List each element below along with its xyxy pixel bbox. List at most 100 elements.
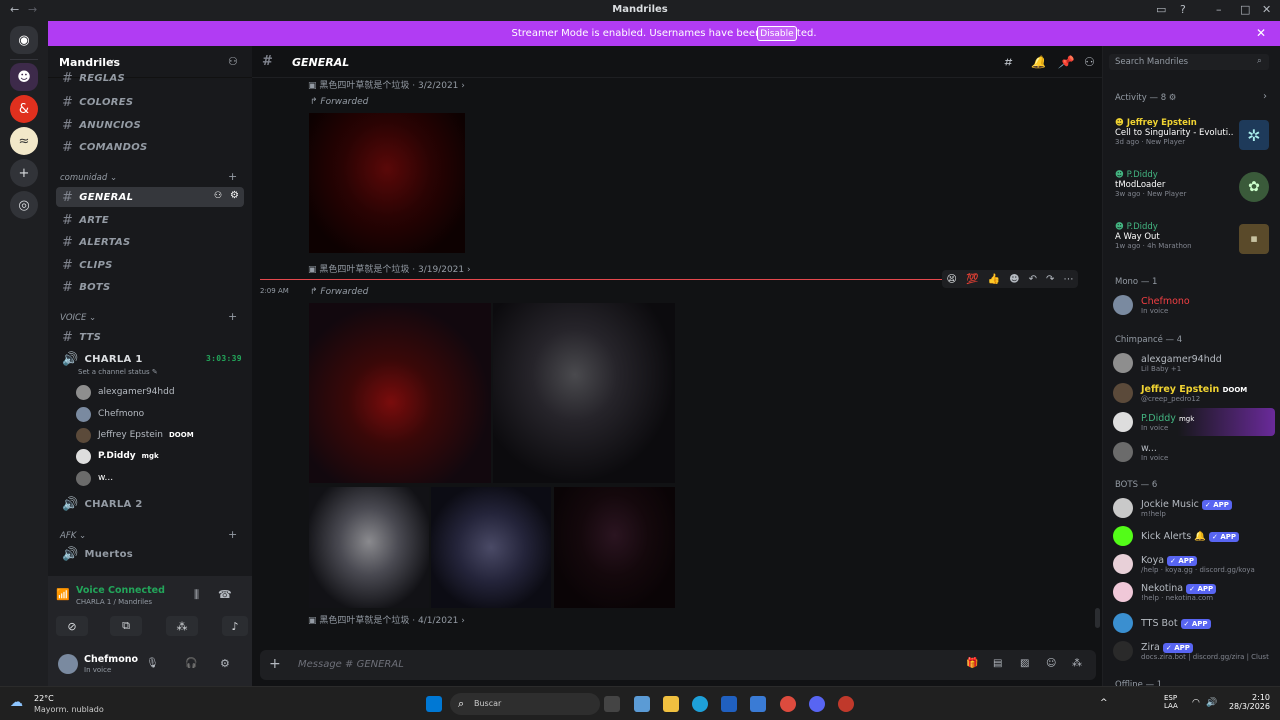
avatar[interactable] xyxy=(58,654,78,674)
activity-header[interactable]: Activity — 8 ⚙ xyxy=(1115,93,1176,103)
channel-bots[interactable]: # BOTS xyxy=(56,277,244,297)
attachment-image[interactable] xyxy=(554,487,675,608)
weather-icon[interactable]: ☁ xyxy=(10,695,23,710)
add-channel-icon[interactable]: + xyxy=(228,528,237,541)
activities-button[interactable]: ⁂ xyxy=(166,616,198,636)
store-icon[interactable] xyxy=(721,696,737,712)
message-input[interactable]: Message # GENERAL xyxy=(298,659,404,670)
member-row[interactable]: Kick Alerts 🔔 ✓ APP xyxy=(1113,522,1240,550)
disable-button[interactable]: Disable xyxy=(757,26,797,41)
server-mandriles-icon[interactable]: ☻ xyxy=(10,63,38,91)
app-icon[interactable] xyxy=(838,696,854,712)
activity-item[interactable]: ☻ P.Diddy tModLoader 3w ago · New Player… xyxy=(1115,170,1273,210)
user-name[interactable]: Chefmono xyxy=(84,654,138,665)
soundboard-button[interactable]: ♪ xyxy=(222,616,248,636)
inbox-icon[interactable]: ▭ xyxy=(1156,3,1166,16)
channel-status[interactable]: Set a channel status ✎ xyxy=(78,368,158,376)
channel-reglas[interactable]: # REGLAS xyxy=(56,72,244,84)
chevron-right-icon[interactable]: › xyxy=(1263,91,1267,102)
channel-clips[interactable]: # CLIPS xyxy=(56,255,244,275)
reaction-thumbsup-icon[interactable]: 👍 xyxy=(988,274,1000,285)
voice-member[interactable]: P.Diddy mgk xyxy=(76,446,159,466)
widgets-icon[interactable] xyxy=(634,696,650,712)
chevron-up-icon[interactable]: ^ xyxy=(1100,698,1108,708)
scrollbar[interactable] xyxy=(1095,608,1100,628)
voice-location[interactable]: CHARLA 1 / Mandriles xyxy=(76,598,152,606)
microphone-icon[interactable]: 🎙 xyxy=(146,658,159,669)
notification-bell-icon[interactable]: 🔔 xyxy=(1031,55,1046,69)
discover-icon[interactable]: ◎ xyxy=(10,191,38,219)
add-channel-icon[interactable]: + xyxy=(228,310,237,323)
gift-icon[interactable]: 🎁 xyxy=(966,658,978,669)
chrome-icon[interactable] xyxy=(780,696,796,712)
category-voice[interactable]: VOICE ⌄ xyxy=(60,313,96,323)
close-banner-icon[interactable]: ✕ xyxy=(1256,26,1266,40)
volume-icon[interactable]: 🔊 xyxy=(1206,698,1217,708)
voice-member[interactable]: Chefmono xyxy=(76,404,144,424)
member-row[interactable]: Nekotina ✓ APP !help · nekotina.com xyxy=(1113,578,1217,606)
member-row[interactable]: Zira ✓ APP docs.zira.bot | discord.gg/zira… xyxy=(1113,637,1269,665)
help-icon[interactable]: ? xyxy=(1180,3,1186,16)
noise-suppression-icon[interactable]: ⫼ xyxy=(194,588,199,602)
member-row[interactable]: w... In voice xyxy=(1113,438,1168,466)
forward-author[interactable]: 黑色四叶草就是个垃圾 xyxy=(319,265,409,275)
category-comunidad[interactable]: comunidad ⌄ xyxy=(60,173,117,183)
emoji-icon[interactable]: ☺ xyxy=(1046,658,1056,669)
task-view-icon[interactable] xyxy=(604,696,620,712)
wifi-icon[interactable]: ◠ xyxy=(1192,698,1200,708)
gear-icon[interactable]: ⚙ xyxy=(230,190,239,201)
camera-off-button[interactable]: ⊘ xyxy=(56,616,88,636)
reaction-100-icon[interactable]: 💯 xyxy=(966,274,978,285)
attachment-image[interactable] xyxy=(493,303,675,483)
search-input[interactable]: Search Mandriles xyxy=(1115,57,1188,67)
channel-anuncios[interactable]: # ANUNCIOS xyxy=(56,115,244,135)
member-list-icon[interactable]: ⚇ xyxy=(1084,55,1095,69)
discord-home-icon[interactable]: ◉ xyxy=(10,26,38,54)
channel-alertas[interactable]: # ALERTAS xyxy=(56,232,244,252)
file-explorer-icon[interactable] xyxy=(663,696,679,712)
sticker-icon[interactable]: ▨ xyxy=(1020,658,1029,669)
close-icon[interactable]: ✕ xyxy=(1262,3,1271,16)
minimize-icon[interactable]: – xyxy=(1216,3,1222,16)
channel-tts[interactable]: # TTS xyxy=(56,327,244,347)
attachment-image[interactable] xyxy=(309,487,429,608)
more-icon[interactable]: ⋯ xyxy=(1063,274,1073,285)
attachment-image[interactable] xyxy=(309,303,491,483)
server-dnd-icon[interactable]: & xyxy=(10,95,38,123)
voice-channel-charla2[interactable]: 🔊 CHARLA 2 xyxy=(56,494,244,514)
clock[interactable]: 2:10 28/3/2026 xyxy=(1226,693,1270,711)
activity-item[interactable]: ☻ P.Diddy A Way Out 1w ago · 4h Marathon… xyxy=(1115,222,1273,262)
add-attachment-icon[interactable]: + xyxy=(269,656,281,672)
headphones-icon[interactable]: 🎧 xyxy=(185,658,197,669)
channel-general[interactable]: # GENERAL ⚇ ⚙ xyxy=(56,187,244,207)
screen-share-button[interactable]: ⧉ xyxy=(110,616,142,636)
member-row[interactable]: alexgamer94hdd Lil Baby +1 xyxy=(1113,349,1222,377)
member-row[interactable]: TTS Bot ✓ APP xyxy=(1113,609,1211,637)
member-row[interactable]: Jockie Music ✓ APP m!help xyxy=(1113,494,1232,522)
edge-icon[interactable] xyxy=(692,696,708,712)
voice-channel-charla1[interactable]: 🔊 CHARLA 1 3:03:39 xyxy=(56,349,244,369)
add-member-icon[interactable]: ⚇ xyxy=(228,55,238,68)
attachment-image[interactable] xyxy=(431,487,551,608)
disconnect-icon[interactable]: ☎ xyxy=(218,588,232,601)
attachment-image[interactable] xyxy=(309,113,465,253)
channel-comandos[interactable]: # COMANDOS xyxy=(56,137,244,157)
reply-icon[interactable]: ↶ xyxy=(1029,274,1037,285)
weather-temp[interactable]: 22°C xyxy=(34,694,54,703)
threads-icon[interactable]: ⌗ xyxy=(1004,55,1011,70)
language-indicator[interactable]: ESP LAA xyxy=(1164,694,1178,710)
member-row[interactable]: Chefmono In voice xyxy=(1113,291,1190,319)
add-reaction-icon[interactable]: ☻ xyxy=(1009,274,1019,285)
add-server-icon[interactable]: + xyxy=(10,159,38,187)
voice-member[interactable]: w... xyxy=(76,468,113,488)
weather-desc[interactable]: Mayorm. nublado xyxy=(34,705,104,714)
forward-author[interactable]: 黑色四叶草就是个垃圾 xyxy=(319,81,409,91)
voice-connected-label[interactable]: Voice Connected xyxy=(76,585,165,596)
add-channel-icon[interactable]: + xyxy=(228,170,237,183)
member-row[interactable]: Koya ✓ APP/help · koya.gg · discord.gg/ko… xyxy=(1113,550,1255,578)
voice-member[interactable]: Jeffrey Epstein DOOM xyxy=(76,425,194,445)
forward-author[interactable]: 黑色四叶草就是个垃圾 xyxy=(319,616,409,626)
reaction-tired-icon[interactable]: 😫 xyxy=(947,274,957,285)
voice-member[interactable]: alexgamer94hdd xyxy=(76,382,175,402)
app-icon[interactable] xyxy=(750,696,766,712)
